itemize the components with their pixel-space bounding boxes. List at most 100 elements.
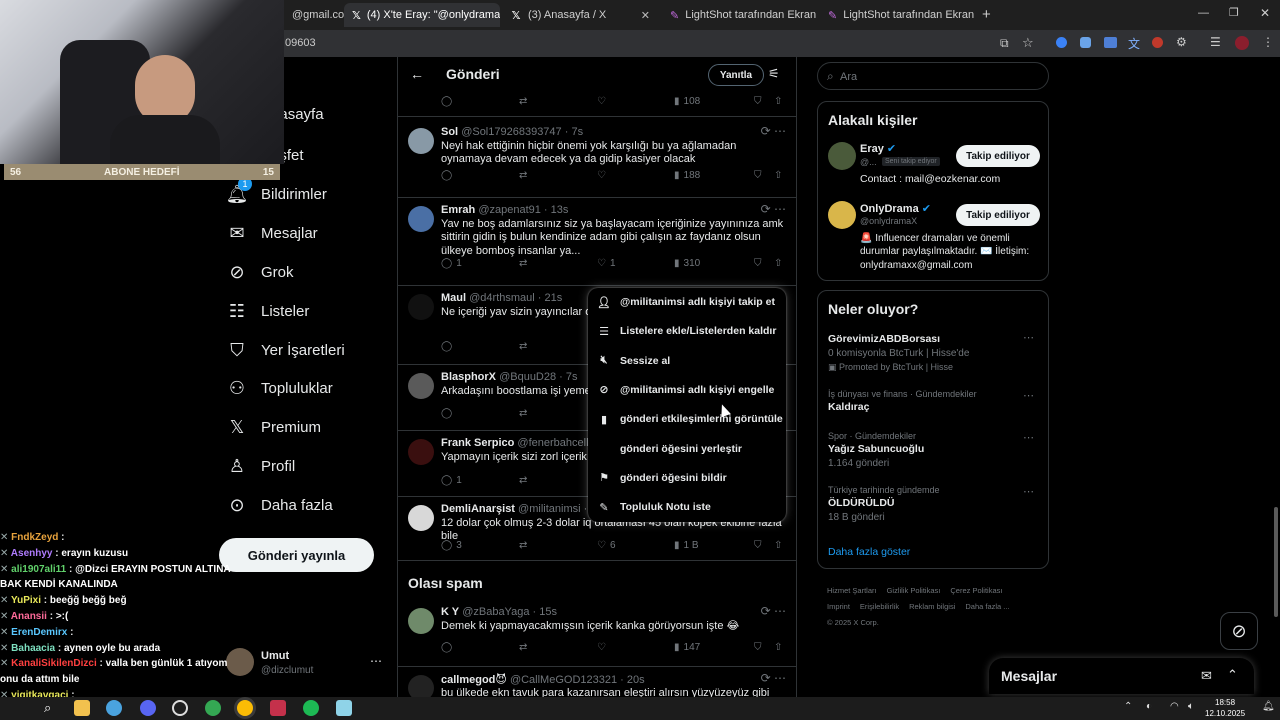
menu-item-mute[interactable]: 🔇︎ Sessize al (598, 354, 671, 367)
translate-icon[interactable]: 文 (1128, 35, 1140, 52)
related-user-name[interactable]: Eray ✔ (860, 142, 896, 155)
like-icon[interactable]: ♡ (597, 642, 606, 653)
footer-link[interactable]: Daha fazla ... (965, 602, 1009, 611)
reading-list-icon[interactable]: ☰ (1210, 35, 1221, 49)
tweet-author-name[interactable]: callmegod😈 (441, 674, 507, 686)
tab-lightshot-1[interactable]: ✎ LightShot tarafından Ekran Gör ✕ (662, 3, 818, 27)
tweet-time[interactable]: 20s (627, 674, 645, 686)
scrollbar-thumb[interactable] (1274, 507, 1278, 617)
wifi-icon[interactable]: ◠ (1170, 701, 1179, 712)
retweet-icon[interactable]: ⇄ (519, 170, 527, 181)
retweet-icon[interactable]: ⇄ (519, 341, 527, 352)
reply-button[interactable]: ◯ 3 (441, 540, 462, 551)
nav-premium[interactable]: 𝕏 Premium (227, 417, 321, 437)
retweet-icon[interactable]: ⇄ (519, 540, 527, 551)
avatar[interactable] (408, 373, 434, 399)
tweet-more-icon[interactable]: ⟳ ⋯ (761, 604, 786, 618)
reply-button[interactable]: ◯ 1 (441, 258, 462, 269)
nav-notifications[interactable]: 🔔︎ 1 Bildirimler (226, 177, 327, 204)
file-explorer-icon[interactable] (74, 700, 90, 716)
copilot-icon[interactable] (106, 700, 122, 716)
views-button[interactable]: ▮ 1 B (674, 540, 699, 551)
nav-messages[interactable]: ✉ Mesajlar (227, 223, 317, 243)
chrome-active-icon[interactable] (237, 700, 253, 716)
reply-button[interactable]: ◯ (441, 170, 456, 181)
extension-icon[interactable] (1056, 37, 1067, 48)
tweet[interactable]: Emrah @zapenat91 · 13s ⟳ ⋯ Yav ne boş adam… (398, 198, 796, 286)
show-more-link[interactable]: Daha fazla göster (828, 546, 910, 558)
tweet-author-name[interactable]: Emrah (441, 204, 475, 216)
tweet-author-handle[interactable]: @CallMeGOD123321 (510, 674, 617, 686)
nav-communities[interactable]: ⚇ Topluluklar (227, 378, 333, 398)
tweet-author-handle[interactable]: @zapenat91 (478, 204, 541, 216)
trend-item[interactable]: GörevimizABDBorsası 0 komisyonla BtcTurk … (828, 331, 1038, 373)
tweet-author-name[interactable]: DemliAnarşist (441, 503, 515, 515)
tab-lightshot-2[interactable]: ✎ LightShot tarafından Ekran Gör ✕ (820, 3, 976, 27)
tweet-more-icon[interactable]: ⟳ ⋯ (761, 124, 786, 138)
bookmark-icon[interactable]: ⛉ (754, 170, 762, 181)
reply-button[interactable]: ◯ (441, 341, 456, 352)
like-button[interactable]: ♡ 6 (597, 540, 616, 551)
views-button[interactable]: ▮ 108 (674, 96, 700, 107)
install-app-icon[interactable]: ⧉ (1000, 36, 1009, 51)
retweet-icon[interactable]: ⇄ (519, 408, 527, 419)
grok-floating-button[interactable]: ⊘ (1220, 612, 1258, 650)
minimize-button[interactable]: — (1198, 7, 1209, 19)
retweet-icon[interactable]: ⇄ (519, 258, 527, 269)
expand-icon[interactable]: ⌃ (1227, 667, 1238, 683)
avatar[interactable] (408, 128, 434, 154)
retweet-icon[interactable]: ⇄ (519, 642, 527, 653)
tweet-time[interactable]: 13s (551, 204, 569, 216)
avatar[interactable] (408, 294, 434, 320)
close-tab-icon[interactable]: ✕ (641, 9, 650, 22)
extension-icon[interactable] (1152, 37, 1163, 48)
notepad-icon[interactable] (336, 700, 352, 716)
bookmark-icon[interactable]: ⛉ (754, 540, 762, 551)
trend-more-icon[interactable]: ⋯ (1023, 431, 1034, 444)
tweet-author-handle[interactable]: @zBabaYaga (462, 606, 529, 618)
tweet-author-name[interactable]: K Y (441, 606, 459, 618)
footer-link[interactable]: Reklam bilgisi (909, 602, 955, 611)
page-scrollbar[interactable] (1272, 57, 1280, 697)
tweet-author-name[interactable]: Frank Serpico (441, 437, 514, 449)
back-arrow-icon[interactable]: ← (410, 66, 424, 82)
spotify-icon[interactable] (303, 700, 319, 716)
menu-item-community-note[interactable]: ✎ Topluluk Notu iste (598, 501, 710, 514)
menu-item-embed[interactable]: gönderi öğesini yerleştir (598, 443, 742, 455)
avatar[interactable] (408, 439, 434, 465)
tweet[interactable]: callmegod😈 @CallMeGOD123321 · 20s ⟳ ⋯ bu ü… (398, 667, 796, 697)
footer-link[interactable]: Erişilebilirlik (860, 602, 899, 611)
nav-grok[interactable]: ⊘ Grok (227, 262, 293, 282)
views-button[interactable]: ▮ 188 (674, 170, 700, 181)
tab-gmail[interactable]: @gmail.co ✕ (284, 3, 344, 27)
trend-more-icon[interactable]: ⋯ (1023, 331, 1034, 344)
nav-more[interactable]: ⊙ Daha fazla (227, 495, 332, 515)
nav-profile[interactable]: ♙ Profil (227, 456, 295, 476)
reply-button[interactable]: ◯ (441, 408, 456, 419)
avatar[interactable] (408, 505, 434, 531)
tweet-more-icon[interactable]: ⟳ ⋯ (761, 671, 786, 685)
tweet-author-name[interactable]: BlasphorX (441, 371, 496, 383)
messages-drawer[interactable]: Mesajlar ✉ ⌃ (989, 658, 1254, 694)
tweet[interactable]: Sol @Sol179268393747 · 7s ⟳ ⋯ Neyi hak ett… (398, 120, 796, 198)
chrome-icon[interactable] (205, 700, 221, 716)
tweet-time[interactable]: 7s (566, 371, 578, 383)
avatar[interactable] (408, 675, 434, 697)
trend-item[interactable]: Türkiye tarihinde gündemde ÖLDÜRÜLDÜ 18 B … (828, 485, 1038, 523)
avatar[interactable] (408, 608, 434, 634)
menu-item-flag[interactable]: ⚑ gönderi öğesini bildir (598, 472, 727, 485)
close-window-button[interactable]: ✕ (1260, 6, 1270, 20)
reply-button[interactable]: Yanıtla (708, 64, 764, 86)
views-button[interactable]: ▮ 147 (674, 642, 700, 653)
tweet-author-name[interactable]: Maul (441, 292, 466, 304)
tweet-more-icon[interactable]: ⟳ ⋯ (761, 202, 786, 216)
extension-icon[interactable] (1080, 37, 1091, 48)
tab-eray-post[interactable]: 𝕏 (4) X'te Eray: "@onlydramaX Bu ✕ (344, 3, 500, 27)
avatar[interactable] (828, 201, 856, 229)
footer-link[interactable]: Imprint (827, 602, 850, 611)
menu-item-follow[interactable]: 👤︎ @militanimsi adlı kişiyi takip et (597, 296, 775, 309)
trend-item[interactable]: Spor · Gündemdekiler Yağız Sabuncuoğlu 1.1… (828, 431, 1038, 469)
trend-more-icon[interactable]: ⋯ (1023, 389, 1034, 402)
bookmark-star-icon[interactable]: ☆ (1022, 35, 1034, 51)
tweet-time[interactable]: 21s (545, 292, 563, 304)
